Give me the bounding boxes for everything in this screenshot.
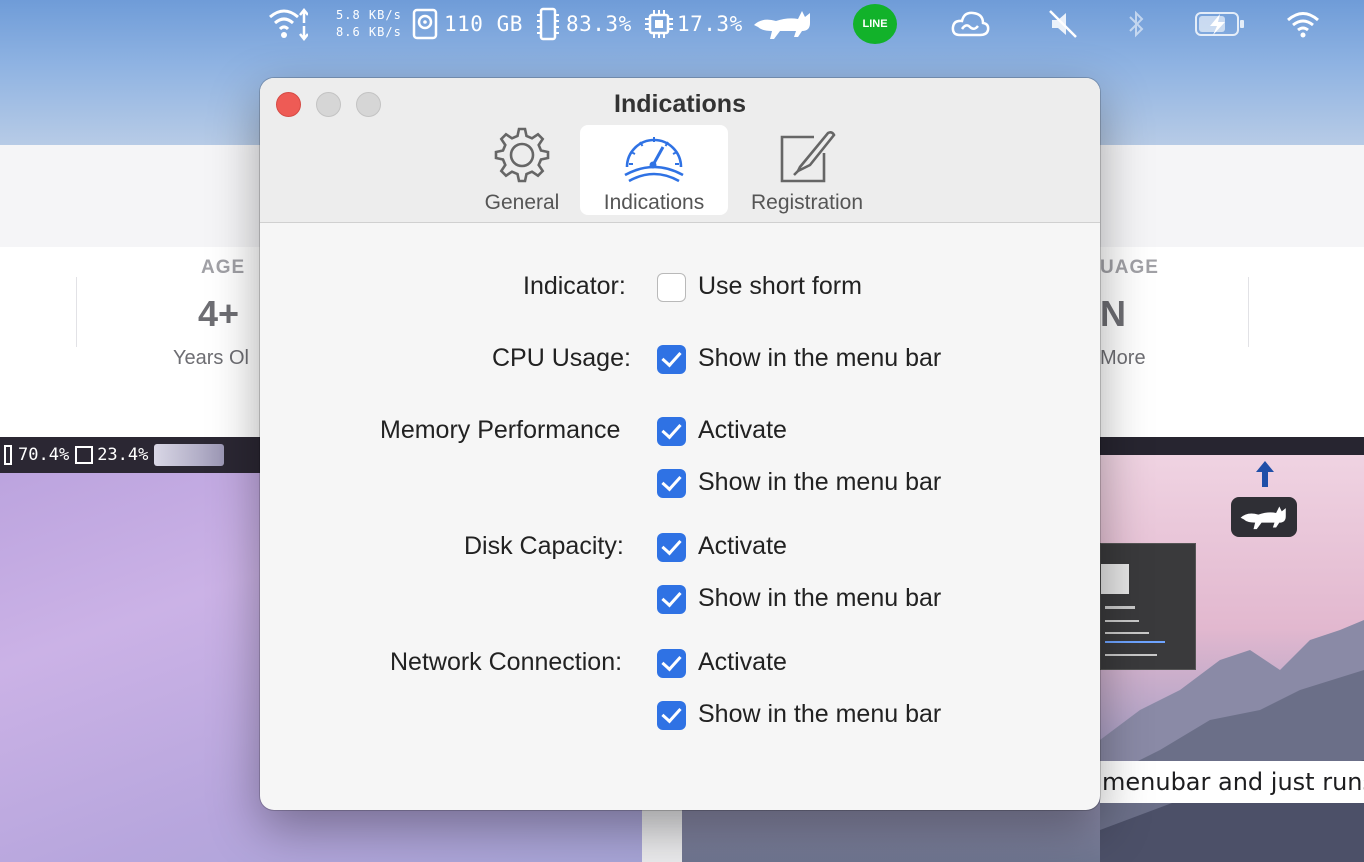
line-app-icon[interactable]: LINE: [853, 4, 897, 44]
tab-general-label: General: [484, 191, 560, 214]
volume-muted-icon[interactable]: [1048, 0, 1078, 48]
about-text-line: [1105, 606, 1135, 609]
memory-icon[interactable]: [536, 0, 560, 48]
memory-activate-checkbox[interactable]: [657, 417, 686, 446]
language-value: N: [1100, 293, 1126, 334]
running-cat-icon[interactable]: [752, 0, 814, 48]
upload-speed: 5.8 KB/s: [336, 8, 402, 22]
screenshot-caption: menubar and just runs: [1100, 761, 1364, 803]
menu-bar: 5.8 KB/s 8.6 KB/s 110 GB 83.3% 17.3% LIN…: [0, 0, 1364, 48]
cpu-icon: [75, 446, 94, 464]
bluetooth-icon[interactable]: [1126, 0, 1146, 48]
tab-registration[interactable]: Registration: [742, 125, 872, 215]
running-cat-icon: [1240, 506, 1286, 530]
disk-show-in-menu-bar-label[interactable]: Show in the menu bar: [698, 584, 941, 613]
cpu-show-in-menu-bar-label[interactable]: Show in the menu bar: [698, 344, 941, 373]
memory-usage-readout[interactable]: 83.3%: [566, 0, 632, 48]
disk-show-in-menu-bar-checkbox[interactable]: [657, 585, 686, 614]
memory-performance-label: Memory Performance: [380, 416, 621, 444]
gear-icon: [494, 127, 550, 183]
indications-preferences-window: Indications General Indications Registra…: [260, 78, 1100, 810]
language-sub: More: [1100, 347, 1146, 369]
memory-activate-label[interactable]: Activate: [698, 416, 787, 445]
age-value: 4+: [198, 293, 240, 334]
network-connection-label: Network Connection:: [390, 648, 623, 676]
download-speed: 8.6 KB/s: [336, 25, 402, 39]
tab-indications-label: Indications: [603, 191, 705, 214]
gauge-icon: [624, 137, 684, 183]
about-text-line: [1105, 632, 1149, 634]
age-sub: Years Ol: [173, 347, 249, 369]
network-activate-label[interactable]: Activate: [698, 648, 787, 677]
tab-general[interactable]: General: [474, 125, 570, 215]
tab-registration-label: Registration: [750, 191, 864, 214]
disk-icon[interactable]: [412, 0, 438, 48]
network-speed-readout[interactable]: 5.8 KB/s 8.6 KB/s: [336, 0, 402, 48]
use-short-form-checkbox[interactable]: [657, 273, 686, 302]
battery-charging-icon[interactable]: [1194, 0, 1246, 48]
network-activity-icon[interactable]: [268, 0, 308, 48]
about-text-line: [1105, 620, 1139, 622]
pen-on-paper-icon: [780, 131, 836, 183]
disk-capacity-label: Disk Capacity:: [464, 532, 624, 560]
language-label: UAGE: [1100, 257, 1159, 278]
memory-icon: [4, 445, 12, 465]
about-runcat-window: [1100, 543, 1196, 670]
about-text-line: [1105, 654, 1157, 656]
cpu-usage-label: CPU Usage:: [492, 344, 631, 372]
network-activate-checkbox[interactable]: [657, 649, 686, 678]
window-toolbar: Indications General Indications Registra…: [260, 78, 1100, 223]
window-title: Indications: [614, 90, 746, 118]
screenshot-cpu-readout: 23.4%: [97, 445, 149, 465]
divider: [76, 277, 77, 347]
age-label: AGE: [201, 257, 246, 278]
memory-show-in-menu-bar-checkbox[interactable]: [657, 469, 686, 498]
use-short-form-label[interactable]: Use short form: [698, 272, 862, 301]
cpu-icon[interactable]: [644, 0, 674, 48]
disk-activate-checkbox[interactable]: [657, 533, 686, 562]
network-show-in-menu-bar-label[interactable]: Show in the menu bar: [698, 700, 941, 729]
cpu-show-in-menu-bar-checkbox[interactable]: [657, 345, 686, 374]
memory-show-in-menu-bar-label[interactable]: Show in the menu bar: [698, 468, 941, 497]
creative-cloud-icon[interactable]: [950, 0, 990, 48]
wifi-icon[interactable]: [1286, 0, 1320, 48]
tab-indications[interactable]: Indications: [580, 125, 728, 215]
screenshot-menubar-left: 70.4% 23.4%: [0, 437, 260, 473]
app-icon: [1101, 564, 1129, 594]
network-show-in-menu-bar-checkbox[interactable]: [657, 701, 686, 730]
cat-badge: [1231, 497, 1297, 537]
disk-capacity-readout[interactable]: 110 GB: [444, 0, 523, 48]
divider: [1248, 277, 1249, 347]
screenshot-memory-readout: 70.4%: [18, 445, 70, 465]
cpu-usage-readout[interactable]: 17.3%: [677, 0, 743, 48]
about-link-line: [1105, 641, 1165, 643]
up-arrow-icon: [1256, 461, 1274, 487]
disk-activate-label[interactable]: Activate: [698, 532, 787, 561]
screenshot-menubar-right: [1100, 437, 1364, 455]
running-cat-icon: [154, 444, 225, 466]
indicator-label: Indicator:: [523, 272, 626, 300]
